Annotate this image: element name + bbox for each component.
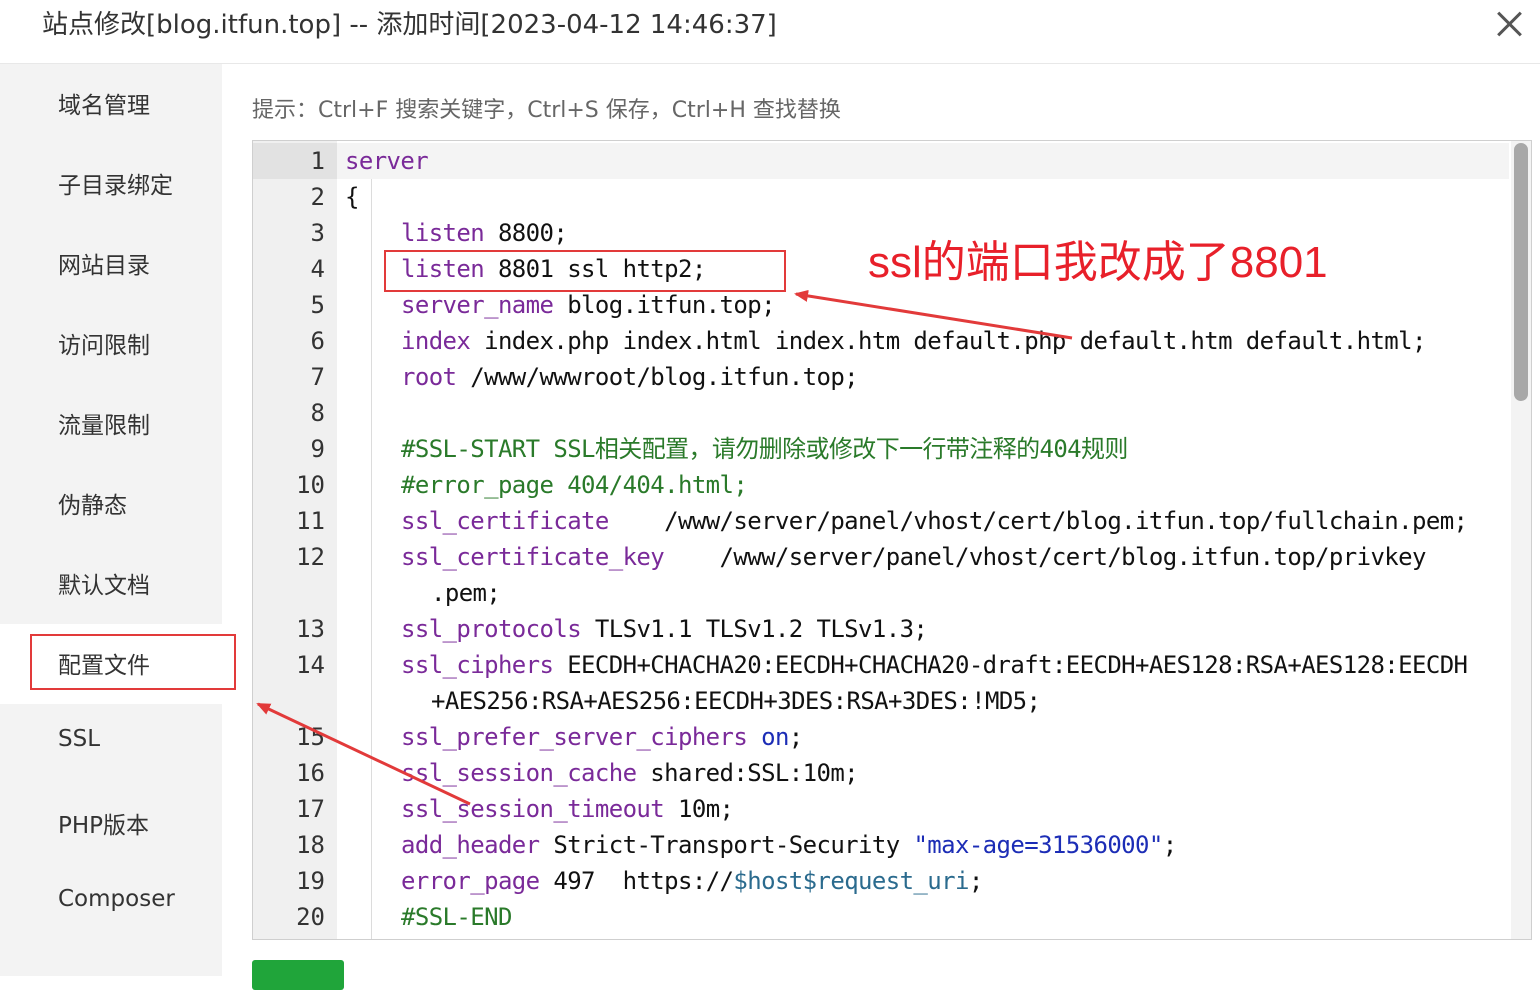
sidebar-item-site-dir[interactable]: 网站目录 bbox=[0, 224, 222, 304]
line-number: 17 bbox=[296, 795, 325, 823]
code-line: ssl_protocols TLSv1.1 TLSv1.2 TLSv1.3; bbox=[401, 615, 928, 643]
code-line: root /www/wwwroot/blog.itfun.top; bbox=[401, 363, 859, 391]
sidebar-item-label: 子目录绑定 bbox=[58, 173, 173, 199]
indent-guide bbox=[371, 179, 372, 939]
code-line: { bbox=[345, 183, 359, 211]
line-number: 7 bbox=[310, 363, 325, 391]
sidebar-item-access-limit[interactable]: 访问限制 bbox=[0, 304, 222, 384]
line-number: 1 bbox=[310, 147, 325, 175]
line-number: 4 bbox=[310, 255, 325, 283]
line-number: 18 bbox=[296, 831, 325, 859]
line-number: 11 bbox=[296, 507, 325, 535]
sidebar-item-label: Composer bbox=[58, 886, 175, 912]
code-line: ssl_prefer_server_ciphers on; bbox=[401, 723, 803, 751]
sidebar-item-subdir[interactable]: 子目录绑定 bbox=[0, 144, 222, 224]
sidebar-item-label: 伪静态 bbox=[58, 493, 127, 519]
sidebar-item-default-doc[interactable]: 默认文档 bbox=[0, 544, 222, 624]
sidebar-item-domain[interactable]: 域名管理 bbox=[0, 64, 222, 144]
line-number: 2 bbox=[310, 183, 325, 211]
sidebar-item-label: 访问限制 bbox=[58, 333, 150, 359]
line-number: 19 bbox=[296, 867, 325, 895]
code-line: #error_page 404/404.html; bbox=[401, 471, 748, 499]
line-number: 6 bbox=[310, 327, 325, 355]
code-line: ssl_session_cache shared:SSL:10m; bbox=[401, 759, 859, 787]
code-line: server bbox=[345, 147, 429, 175]
sidebar-item-label: 流量限制 bbox=[58, 413, 150, 439]
dialog-title-bar: 站点修改[blog.itfun.top] -- 添加时间[2023-04-12 … bbox=[0, 0, 1540, 64]
line-number: 8 bbox=[310, 399, 325, 427]
line-number: 16 bbox=[296, 759, 325, 787]
save-button[interactable] bbox=[252, 960, 344, 990]
line-number: 10 bbox=[296, 471, 325, 499]
sidebar-item-label: 域名管理 bbox=[58, 93, 150, 119]
code-line: #SSL-END bbox=[401, 903, 512, 931]
active-line bbox=[337, 143, 1509, 179]
close-icon[interactable] bbox=[1494, 8, 1524, 38]
line-number: 13 bbox=[296, 615, 325, 643]
sidebar: 域名管理 子目录绑定 网站目录 访问限制 流量限制 伪静态 默认文档 配置文件 … bbox=[0, 64, 222, 976]
sidebar-item-label: SSL bbox=[58, 726, 101, 752]
line-number: 5 bbox=[310, 291, 325, 319]
code-line: index index.php index.html index.htm def… bbox=[401, 327, 1426, 355]
line-number: 14 bbox=[296, 651, 325, 679]
sidebar-item-label: 默认文档 bbox=[58, 573, 150, 599]
highlight-box-listen-ssl bbox=[384, 250, 786, 292]
sidebar-item-ssl[interactable]: SSL bbox=[0, 704, 222, 784]
sidebar-item-label: PHP版本 bbox=[58, 813, 150, 839]
code-line: add_header Strict-Transport-Security "ma… bbox=[401, 831, 1177, 859]
code-line: +AES256:RSA+AES256:EECDH+3DES:RSA+3DES:!… bbox=[431, 687, 1041, 715]
line-number: 3 bbox=[310, 219, 325, 247]
line-number: 9 bbox=[310, 435, 325, 463]
sidebar-item-label: 网站目录 bbox=[58, 253, 150, 279]
code-line: .pem; bbox=[431, 579, 501, 607]
sidebar-item-rewrite[interactable]: 伪静态 bbox=[0, 464, 222, 544]
editor-scrollbar-thumb[interactable] bbox=[1514, 143, 1528, 401]
code-line: ssl_session_timeout 10m; bbox=[401, 795, 734, 823]
line-number: 15 bbox=[296, 723, 325, 751]
sidebar-item-traffic-limit[interactable]: 流量限制 bbox=[0, 384, 222, 464]
line-number: 20 bbox=[296, 903, 325, 931]
sidebar-item-composer[interactable]: Composer bbox=[0, 864, 222, 944]
annotation-text: ssl的端口我改成了8801 bbox=[868, 238, 1328, 287]
sidebar-item-php-version[interactable]: PHP版本 bbox=[0, 784, 222, 864]
editor-scrollbar[interactable] bbox=[1511, 141, 1531, 939]
dialog-title: 站点修改[blog.itfun.top] -- 添加时间[2023-04-12 … bbox=[42, 10, 777, 40]
code-line: ssl_ciphers EECDH+CHACHA20:EECDH+CHACHA2… bbox=[401, 651, 1468, 679]
highlight-box-config-file bbox=[30, 634, 236, 690]
code-line: ssl_certificate /www/server/panel/vhost/… bbox=[401, 507, 1468, 535]
code-line: server_name blog.itfun.top; bbox=[401, 291, 776, 319]
code-line: error_page 497 https://$host$request_uri… bbox=[401, 867, 983, 895]
code-line: listen 8800; bbox=[401, 219, 568, 247]
code-line: #SSL-START SSL相关配置，请勿删除或修改下一行带注释的404规则 bbox=[401, 435, 1128, 463]
code-line: ssl_certificate_key /www/server/panel/vh… bbox=[401, 543, 1426, 571]
editor-hint: 提示：Ctrl+F 搜索关键字，Ctrl+S 保存，Ctrl+H 查找替换 bbox=[252, 98, 841, 123]
line-number: 12 bbox=[296, 543, 325, 571]
